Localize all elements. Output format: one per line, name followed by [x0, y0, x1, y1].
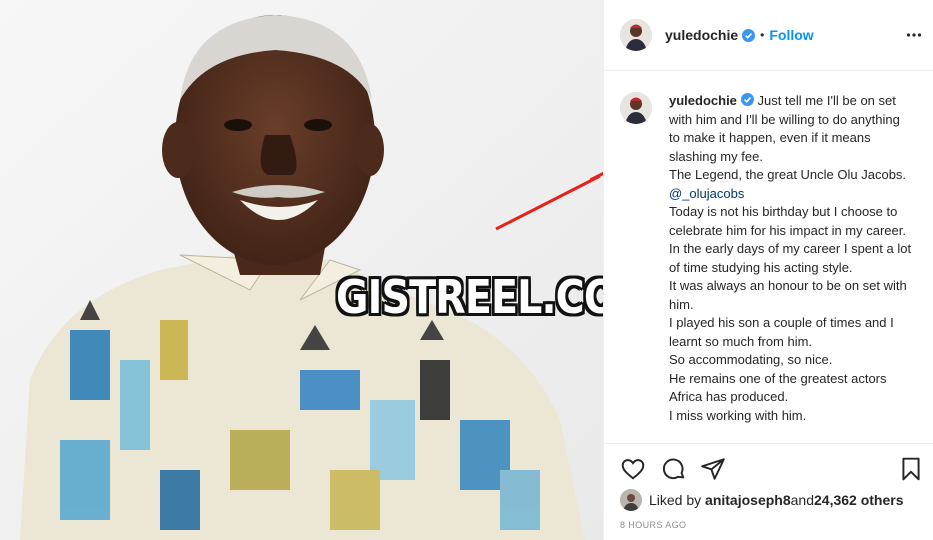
likes-count[interactable]: 24,362 others [814, 492, 904, 508]
caption-line: In the early days of my career I spent a… [669, 241, 912, 275]
mention-link[interactable]: @_olujacobs [669, 186, 744, 201]
caption-line: He remains one of the greatest actors Af… [669, 370, 887, 405]
verified-badge-icon [740, 93, 754, 106]
caption-line: It was always an honour to be on set wit… [669, 278, 907, 312]
post-timestamp[interactable]: 8 HOURS AGO [620, 520, 686, 530]
share-icon[interactable] [700, 456, 726, 482]
actions-bar [604, 443, 933, 495]
caption-line: The Legend, the great Uncle Olu Jacobs. [669, 167, 907, 182]
more-options-icon[interactable] [906, 27, 922, 43]
caption-line: Today is not his birthday but I choose t… [669, 204, 906, 238]
post-header: yuledochie • Follow [604, 0, 933, 71]
likes-prefix: Liked by [649, 492, 702, 508]
avatar[interactable] [620, 19, 652, 51]
caption-section: yuledochie Just tell me I'll be on set w… [604, 72, 933, 442]
liker-username[interactable]: anitajoseph8 [705, 492, 791, 508]
profile-picture [620, 19, 652, 51]
follow-button[interactable]: Follow [769, 27, 813, 43]
watermark-text: GISTREEL.COM [336, 270, 603, 324]
bookmark-icon[interactable] [898, 456, 924, 482]
post-details-panel: yuledochie • Follow yuledochie Just tell… [603, 0, 933, 540]
verified-badge-icon [742, 28, 756, 42]
separator-dot: • [760, 28, 765, 42]
post-image[interactable]: GISTREEL.COM [0, 0, 603, 540]
likes-and: and [790, 492, 814, 508]
caption-text: yuledochie Just tell me I'll be on set w… [669, 92, 914, 442]
caption-line: So accommodating, so nice. [669, 352, 833, 367]
profile-picture [620, 92, 652, 124]
heart-icon[interactable] [620, 456, 646, 482]
header-username[interactable]: yuledochie [665, 27, 738, 43]
likes-summary: Liked by anitajoseph8 and 24,362 others [620, 489, 904, 511]
caption-line: I miss working with him. [669, 407, 807, 423]
caption-avatar[interactable] [620, 92, 652, 124]
liker-avatar[interactable] [620, 489, 642, 511]
caption-line: I played his son a couple of times and I… [669, 315, 894, 349]
caption-username[interactable]: yuledochie [669, 93, 737, 108]
comment-icon[interactable] [661, 456, 687, 482]
